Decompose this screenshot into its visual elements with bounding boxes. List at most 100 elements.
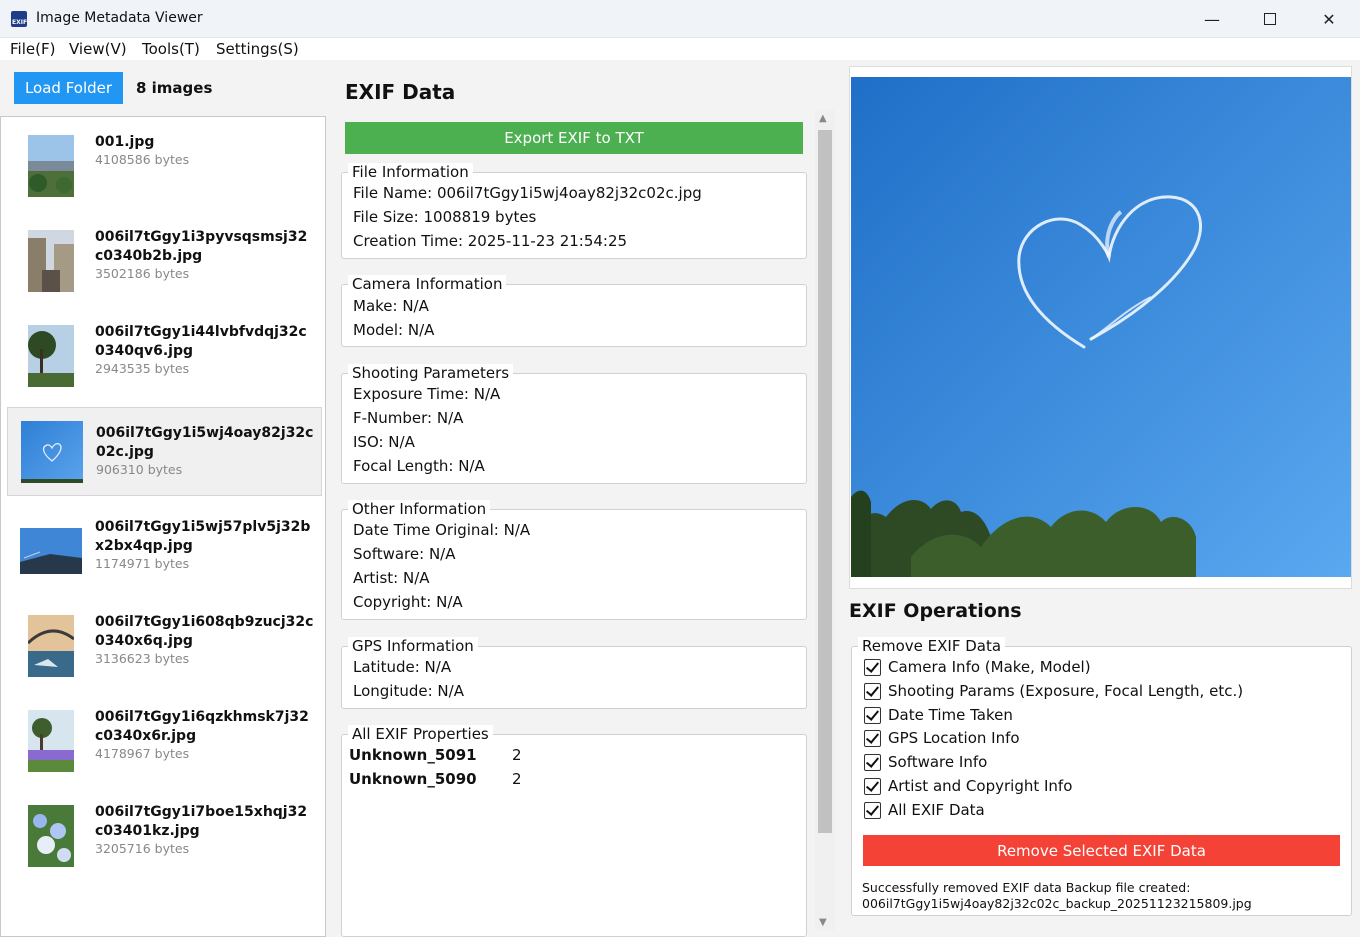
all-exif-group: All EXIF Properties Unknown_5091 2 Unkno… [341, 725, 807, 937]
prop-value: 2 [512, 746, 522, 764]
group-title: GPS Information [348, 637, 478, 655]
longitude-line: Longitude: N/A [353, 682, 464, 700]
datetime-line: Date Time Original: N/A [353, 521, 531, 539]
file-thumbnail [28, 805, 74, 867]
checkbox-checked[interactable] [864, 658, 881, 676]
status-line: Successfully removed EXIF data Backup fi… [862, 880, 1191, 895]
artist-line: Artist: N/A [353, 569, 430, 587]
option-artist-copyright[interactable]: Artist and Copyright Info [864, 776, 1072, 796]
file-name: 006il7tGgy1i44lvbfvdqj32c0340qv6.jpg 2943… [95, 323, 315, 377]
file-item[interactable]: 006il7tGgy1i608qb9zucj32c0340x6q.jpg 3136… [7, 597, 322, 686]
model-line: Model: N/A [353, 321, 435, 339]
group-title: File Information [348, 163, 473, 181]
option-label: Shooting Params (Exposure, Focal Length,… [888, 682, 1244, 700]
image-preview [851, 77, 1351, 577]
file-list[interactable]: 001.jpg 4108586 bytes 006il7tGgy1i3pyvsqs… [0, 116, 326, 937]
scrollbar-thumb[interactable] [818, 130, 832, 833]
file-item[interactable]: 006il7tGgy1i5wj57plv5j32bx2bx4qp.jpg 1174… [7, 502, 322, 591]
status-message: Successfully removed EXIF data Backup fi… [862, 880, 1342, 912]
file-size: 906310 bytes [96, 462, 183, 477]
checkbox-checked[interactable] [864, 753, 881, 771]
checkbox-checked[interactable] [864, 706, 881, 724]
file-name: 001.jpg 4108586 bytes [95, 133, 315, 168]
file-name: 006il7tGgy1i5wj4oay82j32c02c.jpg 906310 b… [96, 424, 316, 478]
file-thumbnail [28, 135, 74, 197]
file-thumbnail [28, 325, 74, 387]
file-item[interactable]: 006il7tGgy1i7boe15xhqj32c03401kz.jpg 3205… [7, 787, 322, 876]
file-size: 3136623 bytes [95, 651, 190, 666]
option-label: Camera Info (Make, Model) [888, 658, 1091, 676]
option-label: Software Info [888, 753, 988, 771]
file-size: 3502186 bytes [95, 266, 190, 281]
file-name: 006il7tGgy1i3pyvsqsmsj32c0340b2b.jpg 3502… [95, 228, 315, 282]
close-button[interactable]: ✕ [1300, 0, 1358, 38]
focal-length-line: Focal Length: N/A [353, 457, 485, 475]
file-size-line: File Size: 1008819 bytes [353, 208, 537, 226]
file-size: 1174971 bytes [95, 556, 190, 571]
file-thumbnail [28, 230, 74, 292]
group-title: Remove EXIF Data [858, 637, 1006, 655]
file-size: 3205716 bytes [95, 841, 190, 856]
remove-exif-button[interactable]: Remove Selected EXIF Data [863, 835, 1340, 866]
file-item[interactable]: 001.jpg 4108586 bytes [7, 117, 322, 206]
menu-settings[interactable]: Settings(S) [216, 40, 299, 58]
file-name: 006il7tGgy1i608qb9zucj32c0340x6q.jpg 3136… [95, 614, 314, 666]
right-panel: EXIF Operations Remove EXIF Data Camera … [843, 60, 1360, 937]
option-software[interactable]: Software Info [864, 752, 987, 772]
file-size: 2943535 bytes [95, 361, 190, 376]
maximize-button[interactable] [1241, 0, 1299, 38]
option-all-exif[interactable]: All EXIF Data [864, 800, 985, 820]
checkbox-checked[interactable] [864, 729, 881, 747]
menu-bar: File(F) View(V) Tools(T) Settings(S) [0, 38, 1360, 60]
minimize-button[interactable]: — [1183, 0, 1241, 38]
creation-time-line: Creation Time: 2025-11-23 21:54:25 [353, 232, 628, 250]
copyright-line: Copyright: N/A [353, 593, 463, 611]
exif-scrollbar[interactable]: ▲ ▼ [815, 110, 835, 930]
file-info-group: File Information File Name: 006il7tGgy1i… [341, 163, 807, 259]
fnumber-line: F-Number: N/A [353, 409, 464, 427]
gps-info-group: GPS Information Latitude: N/A Longitude:… [341, 637, 807, 709]
minimize-icon: — [1204, 9, 1220, 29]
export-exif-button[interactable]: Export EXIF to TXT [345, 122, 803, 154]
shooting-params-group: Shooting Parameters Exposure Time: N/A F… [341, 364, 807, 484]
option-gps[interactable]: GPS Location Info [864, 728, 1020, 748]
title-bar: EXIF Image Metadata Viewer — ✕ [0, 0, 1360, 38]
menu-view[interactable]: View(V) [69, 40, 127, 58]
latitude-line: Latitude: N/A [353, 658, 452, 676]
exif-panel: EXIF Data Export EXIF to TXT File Inform… [327, 60, 843, 937]
image-count: 8 images [136, 79, 213, 97]
file-item-selected[interactable]: 006il7tGgy1i5wj4oay82j32c02c.jpg 906310 b… [7, 407, 322, 496]
software-line: Software: N/A [353, 545, 456, 563]
checkbox-checked[interactable] [864, 801, 881, 819]
load-folder-button[interactable]: Load Folder [14, 72, 123, 104]
left-toolbar: Load Folder 8 images [0, 60, 326, 116]
option-label: GPS Location Info [888, 729, 1020, 747]
group-title: Shooting Parameters [348, 364, 514, 382]
group-title: All EXIF Properties [348, 725, 493, 743]
option-camera-info[interactable]: Camera Info (Make, Model) [864, 657, 1091, 677]
option-label: Date Time Taken [888, 706, 1013, 724]
remove-exif-group: Remove EXIF Data Camera Info (Make, Mode… [851, 637, 1352, 916]
prop-value: 2 [512, 770, 522, 788]
option-shooting-params[interactable]: Shooting Params (Exposure, Focal Length,… [864, 681, 1243, 701]
exif-title: EXIF Data [345, 80, 456, 104]
menu-file[interactable]: File(F) [10, 40, 55, 58]
image-preview-frame [849, 66, 1352, 589]
ops-title: EXIF Operations [849, 600, 1022, 622]
file-name-line: File Name: 006il7tGgy1i5wj4oay82j32c02c.… [353, 184, 702, 202]
scroll-down-icon[interactable]: ▼ [819, 917, 827, 928]
checkbox-checked[interactable] [864, 682, 881, 700]
checkbox-checked[interactable] [864, 777, 881, 795]
option-date-time[interactable]: Date Time Taken [864, 705, 1013, 725]
scroll-up-icon[interactable]: ▲ [819, 113, 827, 124]
camera-info-group: Camera Information Make: N/A Model: N/A [341, 275, 807, 347]
file-item[interactable]: 006il7tGgy1i3pyvsqsmsj32c0340b2b.jpg 3502… [7, 212, 322, 301]
file-item[interactable]: 006il7tGgy1i44lvbfvdqj32c0340qv6.jpg 2943… [7, 307, 322, 396]
iso-line: ISO: N/A [353, 433, 415, 451]
file-size: 4178967 bytes [95, 746, 190, 761]
status-line: 006il7tGgy1i5wj4oay82j32c02c_backup_2025… [862, 896, 1252, 911]
menu-tools[interactable]: Tools(T) [142, 40, 200, 58]
maximize-icon [1264, 13, 1276, 25]
file-item[interactable]: 006il7tGgy1i6qzkhmsk7j32c0340x6r.jpg 4178… [7, 692, 322, 781]
group-title: Other Information [348, 500, 491, 518]
